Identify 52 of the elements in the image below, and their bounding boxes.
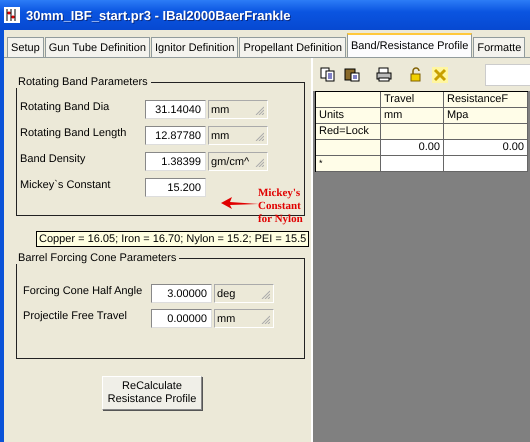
printer-icon[interactable] bbox=[375, 66, 393, 84]
tab[interactable]: Gun Tube Definition bbox=[44, 37, 150, 57]
input-field[interactable]: 3.00000 bbox=[151, 284, 212, 303]
field-label: Rotating Band Length bbox=[20, 126, 128, 138]
tab[interactable]: Formatte bbox=[473, 37, 526, 57]
field-label: Forcing Cone Half Angle bbox=[23, 284, 144, 296]
row-header[interactable]: Red=Lock bbox=[316, 124, 381, 140]
annotation-text: Mickey's Constant for Nylon bbox=[258, 187, 303, 226]
app-icon bbox=[4, 7, 20, 23]
table-cell bbox=[381, 156, 444, 172]
column-header[interactable]: Travel bbox=[381, 92, 444, 108]
grip-icon bbox=[254, 106, 264, 115]
row-header[interactable]: Units bbox=[316, 108, 381, 124]
input-field[interactable]: 31.14040 bbox=[145, 100, 206, 119]
table-cell: mm bbox=[381, 108, 444, 124]
unit-field[interactable]: mm bbox=[214, 309, 274, 328]
unit-field[interactable]: gm/cm^ bbox=[208, 152, 268, 171]
unit-field[interactable]: deg bbox=[214, 284, 274, 303]
row-header[interactable]: * bbox=[316, 156, 381, 172]
field-label: Mickey`s Constant bbox=[20, 178, 112, 190]
table-cell: 0.00 bbox=[444, 140, 528, 156]
field-label: Band Density bbox=[20, 152, 86, 164]
window-title: 30mm_IBF_start.pr3 - IBal2000BaerFrankle bbox=[26, 8, 290, 22]
tab[interactable]: Setup bbox=[7, 37, 44, 57]
tab[interactable]: Ignitor Definition bbox=[150, 37, 238, 57]
column-header[interactable]: ResistanceF bbox=[444, 92, 528, 108]
field-label: Projectile Free Travel bbox=[23, 310, 128, 322]
recalculate-button[interactable]: ReCalculate Resistance Profile bbox=[102, 376, 202, 410]
tab[interactable]: Propellant Definition bbox=[239, 37, 346, 57]
input-field[interactable]: 12.87780 bbox=[145, 126, 206, 145]
unit-field[interactable]: mm bbox=[208, 126, 268, 145]
table-cell: Mpa bbox=[444, 108, 528, 124]
input-field[interactable]: 1.38399 bbox=[145, 152, 206, 171]
row-header[interactable] bbox=[316, 140, 381, 156]
grip-icon bbox=[254, 132, 264, 141]
copy-icon[interactable] bbox=[319, 66, 337, 84]
group-title: Rotating Band Parameters bbox=[17, 76, 149, 88]
field-label: Rotating Band Dia bbox=[20, 100, 110, 112]
unit-field[interactable]: mm bbox=[208, 100, 268, 119]
input-field[interactable]: 15.200 bbox=[145, 178, 206, 197]
corner-cell bbox=[316, 92, 381, 108]
table-cell: 0.00 bbox=[381, 140, 444, 156]
grip-icon bbox=[254, 158, 264, 167]
grip-icon bbox=[260, 290, 270, 299]
paste-icon[interactable] bbox=[343, 66, 361, 84]
input-field[interactable] bbox=[485, 64, 530, 86]
input-field[interactable]: 0.00000 bbox=[151, 309, 212, 328]
tooltip: Copper = 16.05; Iron = 16.70; Nylon = 15.2; PEI = 15.5 bbox=[36, 231, 310, 247]
grip-icon bbox=[260, 315, 270, 324]
tab[interactable]: Band/Resistance Profile bbox=[346, 33, 472, 57]
table-cell bbox=[381, 124, 444, 140]
group-title: Barrel Forcing Cone Parameters bbox=[17, 252, 178, 264]
